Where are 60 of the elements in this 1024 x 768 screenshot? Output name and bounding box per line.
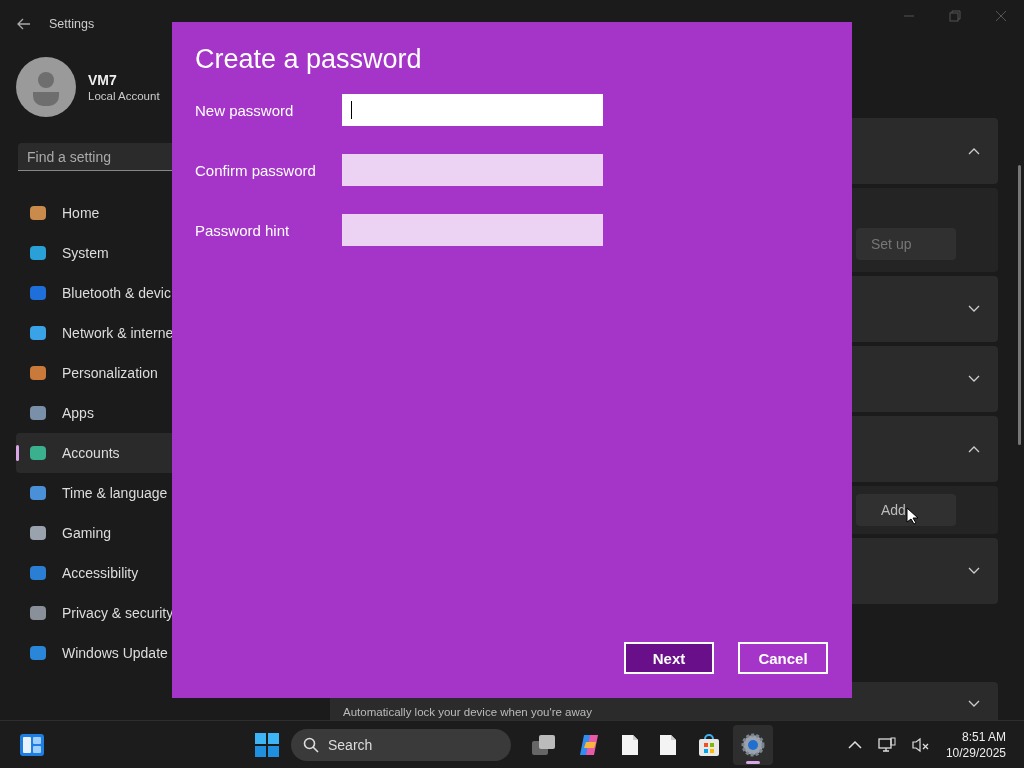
taskbar-search-field[interactable]: Search [291,728,511,761]
window-title: Settings [49,17,95,31]
field-label: Password hint [195,221,291,239]
chevron-up-icon[interactable] [847,740,862,749]
search-icon [303,736,319,753]
settings-icon [741,732,765,757]
dialog-button[interactable]: Cancel [738,642,828,674]
nav-item[interactable]: Apps [16,393,306,433]
password-field[interactable] [342,154,603,186]
nav-item[interactable]: Windows Update [16,633,306,673]
chevron-icon[interactable] [968,700,980,708]
taskbar-app-button[interactable] [733,724,773,765]
nav-item[interactable]: Gaming [16,513,306,553]
nav-icon [28,243,48,263]
copilot-icon[interactable] [577,732,601,757]
avatar-icon [16,57,76,117]
nav-item[interactable]: Network & interne [16,313,306,353]
card-button[interactable]: Add [856,494,956,526]
clock-date[interactable]: 10/29/2025 [945,744,1006,761]
nav-icon [28,563,48,583]
nav-icon [28,403,48,423]
nav-icon [28,483,48,503]
nav-icon [28,283,48,303]
nav-icon [28,603,48,623]
network-icon[interactable] [877,736,896,753]
nav-item[interactable]: Time & language [16,473,306,513]
nav-item[interactable]: Accessibility [16,553,306,593]
nav-icon [28,363,48,383]
back-icon[interactable] [17,18,31,30]
chevron-icon[interactable] [968,445,980,453]
user-name: VM7 [88,72,118,88]
chevron-icon[interactable] [968,375,980,383]
password-field[interactable] [342,214,603,246]
nav-icon [28,323,48,343]
chevron-icon[interactable] [968,567,980,575]
document-icon[interactable] [659,733,677,756]
dialog-title: Create a password [195,43,423,76]
field-label: New password [195,101,295,119]
nav-item[interactable]: Privacy & security [16,593,306,633]
store-icon[interactable] [697,732,721,757]
task-view-icon[interactable] [531,733,557,756]
scrollbar[interactable] [1018,165,1021,445]
chevron-icon[interactable] [968,305,980,313]
password-field[interactable] [342,94,603,126]
dialog-button[interactable]: Next [624,642,714,674]
mouse-cursor-icon [906,507,918,525]
start-icon[interactable] [255,732,279,757]
document-icon[interactable] [621,733,639,756]
nav-item[interactable]: Personalization [16,353,306,393]
widgets-icon[interactable] [19,732,45,757]
nav-item[interactable]: Bluetooth & devic [16,273,306,313]
clock-time[interactable]: 8:51 AM [961,728,1006,745]
account-type: Local Account [88,90,160,102]
nav-icon [28,523,48,543]
nav-icon [28,443,48,463]
chevron-icon[interactable] [968,147,980,155]
volume-muted-icon[interactable] [911,736,930,753]
nav-icon [28,643,48,663]
nav-icon [28,203,48,223]
card-description: Automatically lock your device when you're away [343,706,592,718]
